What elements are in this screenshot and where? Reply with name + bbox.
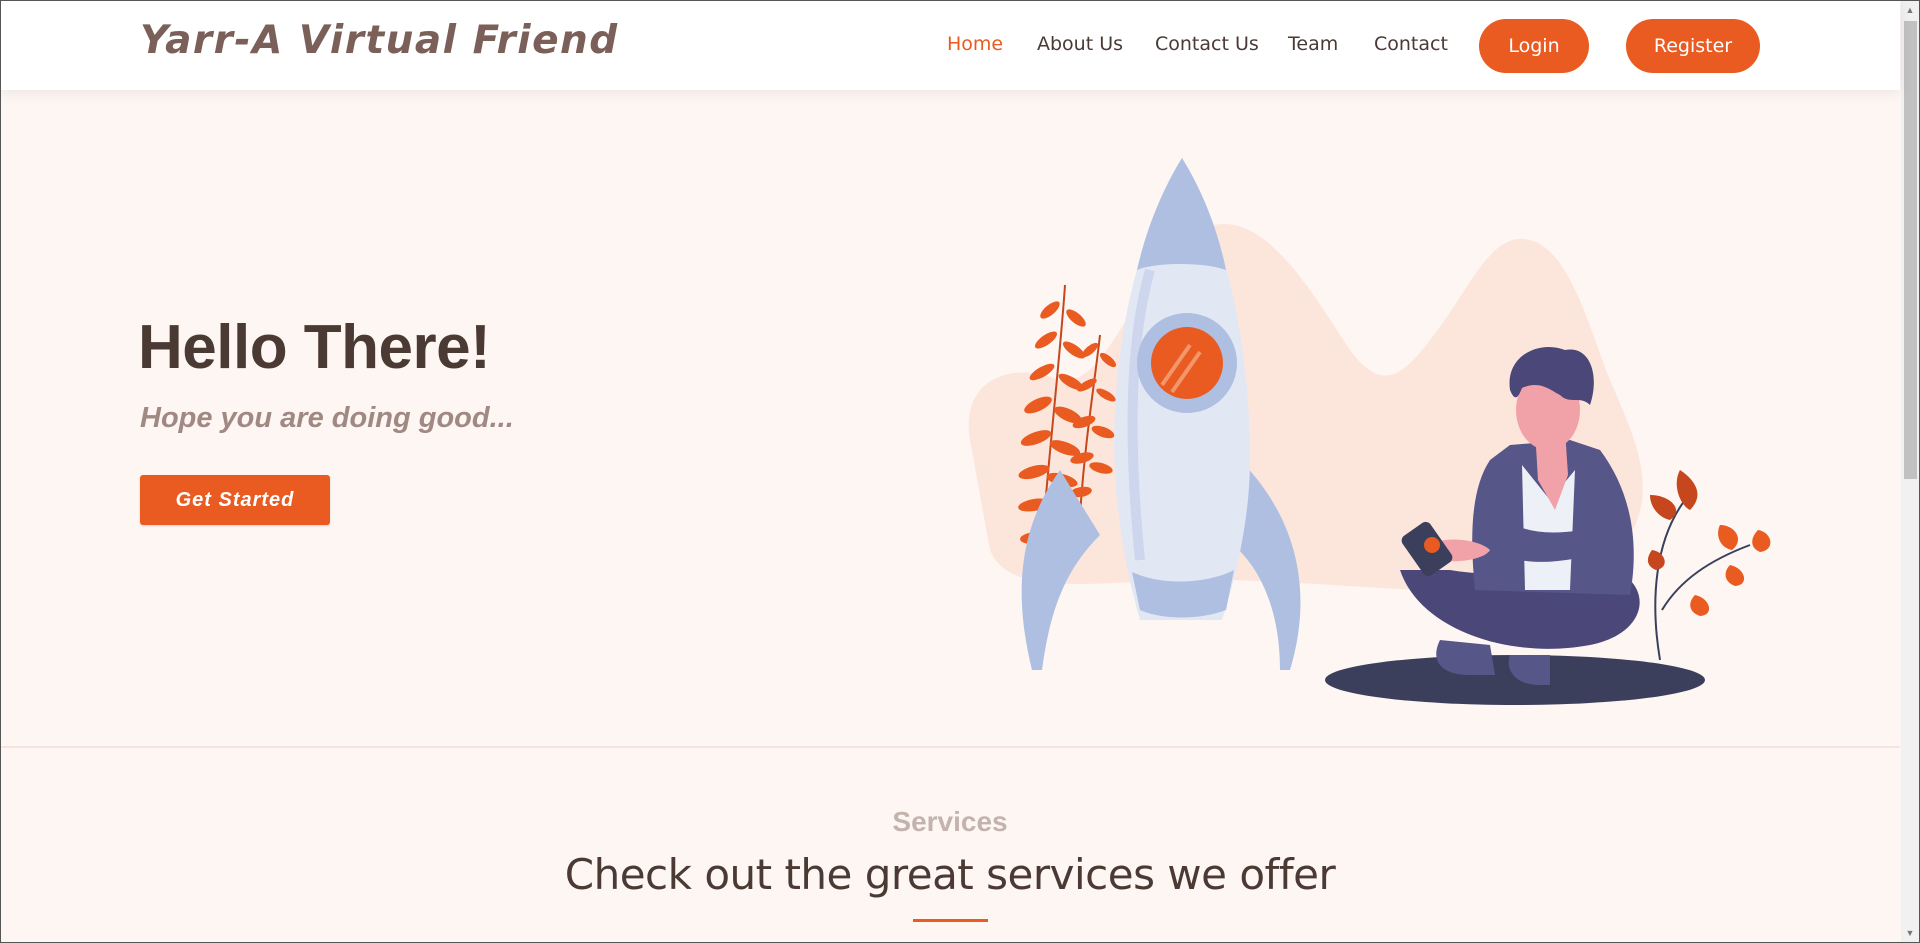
hero-subtitle: Hope you are doing good... xyxy=(140,402,514,434)
hero-title: Hello There! xyxy=(138,313,491,382)
hero-divider xyxy=(0,746,1900,748)
get-started-button[interactable]: Get Started xyxy=(140,475,330,525)
scroll-down-arrow-icon[interactable]: ▼ xyxy=(1901,924,1919,941)
site-header: Yarr-A Virtual Friend Home About Us Cont… xyxy=(0,0,1900,90)
nav-contact-us[interactable]: Contact Us xyxy=(1155,33,1259,55)
nav-team[interactable]: Team xyxy=(1288,33,1338,55)
rocket-illustration xyxy=(968,158,1771,705)
services-title: Check out the great services we offer xyxy=(564,850,1336,899)
services-eyebrow: Services xyxy=(892,806,1008,837)
plant-right xyxy=(1647,470,1771,661)
scrollbar-thumb[interactable] xyxy=(1904,21,1917,479)
rocket-window xyxy=(1151,327,1223,399)
main-nav: Home About Us Contact Us Team Contact Lo… xyxy=(0,0,1900,90)
nav-about-us[interactable]: About Us xyxy=(1037,33,1123,55)
login-button[interactable]: Login xyxy=(1479,19,1589,73)
services-title-underline xyxy=(913,919,988,922)
nav-contact[interactable]: Contact xyxy=(1374,33,1448,55)
nav-home[interactable]: Home xyxy=(947,33,1003,55)
rocket-nose xyxy=(1137,158,1226,270)
scroll-up-arrow-icon[interactable]: ▲ xyxy=(1901,1,1919,18)
register-button[interactable]: Register xyxy=(1626,19,1760,73)
vertical-scrollbar[interactable]: ▲ ▼ xyxy=(1901,1,1919,942)
